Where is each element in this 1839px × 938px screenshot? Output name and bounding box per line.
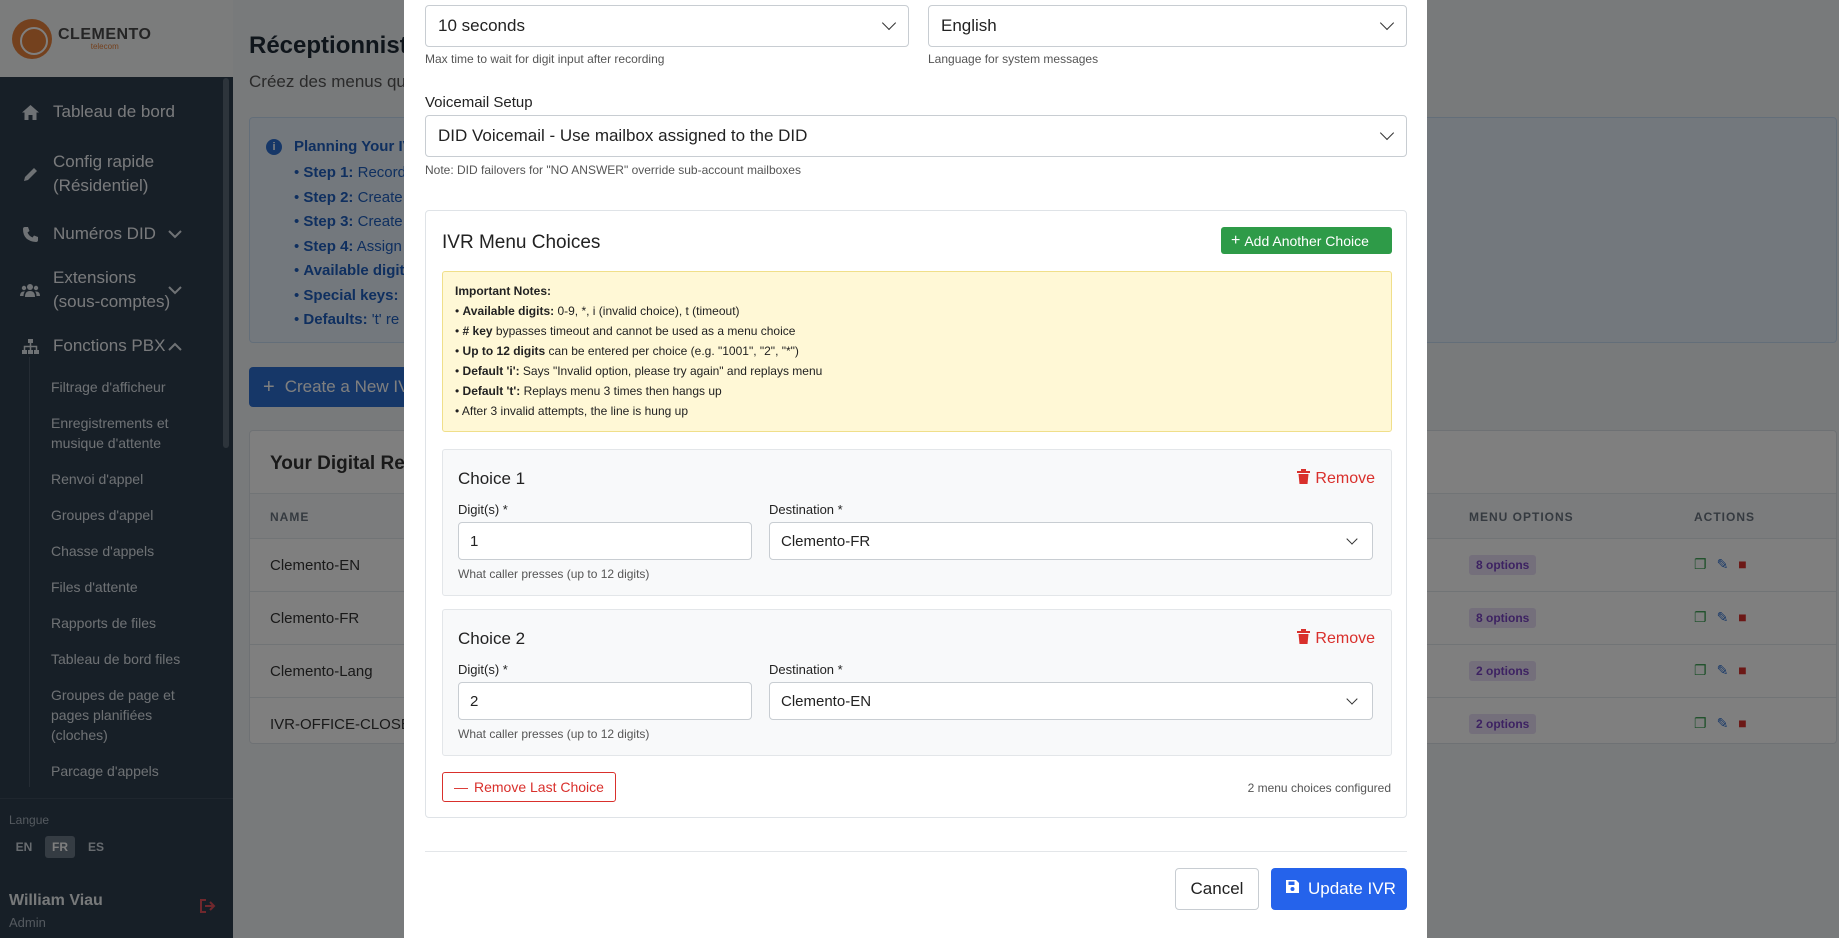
trash-icon xyxy=(1297,469,1311,489)
choice-count: 2 menu choices configured xyxy=(1247,781,1391,795)
voicemail-note: Note: DID failovers for "NO ANSWER" over… xyxy=(425,163,801,177)
voicemail-select[interactable]: DID Voicemail - Use mailbox assigned to … xyxy=(425,115,1407,157)
destination-select[interactable]: Clemento-EN xyxy=(769,682,1373,720)
minus-icon: — xyxy=(454,779,468,795)
note-item: • Up to 12 digits can be entered per cho… xyxy=(455,344,799,358)
voicemail-label: Voicemail Setup xyxy=(425,94,533,111)
plus-icon: + xyxy=(1231,231,1241,249)
timeout-select[interactable]: 10 seconds xyxy=(425,5,909,47)
digits-input[interactable]: 2 xyxy=(458,682,752,720)
note-item: • Default 'i': Says "Invalid option, ple… xyxy=(455,364,823,378)
update-ivr-button[interactable]: Update IVR xyxy=(1271,868,1407,910)
trash-icon xyxy=(1297,629,1311,649)
add-choice-button[interactable]: + Add Another Choice xyxy=(1221,227,1392,254)
important-notes: Important Notes: • Available digits: 0-9… xyxy=(442,271,1392,432)
remove-last-choice-button[interactable]: — Remove Last Choice xyxy=(442,772,616,802)
choice-block: Choice 2 Remove Digit(s) * 2 Destination… xyxy=(442,609,1392,756)
modal-divider xyxy=(425,851,1407,852)
chevron-down-icon xyxy=(881,15,897,31)
edit-ivr-modal: 10 seconds Max time to wait for digit in… xyxy=(404,0,1427,938)
choice-block: Choice 1 Remove Digit(s) * 1 Destination… xyxy=(442,449,1392,596)
choice-title: Choice 2 xyxy=(458,629,526,648)
digits-label: Digit(s) * xyxy=(458,502,508,517)
remove-choice-button[interactable]: Remove xyxy=(1297,629,1375,649)
chevron-down-icon xyxy=(1379,125,1395,141)
digits-input[interactable]: 1 xyxy=(458,522,752,560)
notes-title: Important Notes: xyxy=(455,284,551,298)
digits-help: What caller presses (up to 12 digits) xyxy=(458,567,650,581)
destination-label: Destination * xyxy=(769,502,843,517)
cancel-button[interactable]: Cancel xyxy=(1175,868,1259,910)
choices-title: IVR Menu Choices xyxy=(442,232,601,253)
timeout-help: Max time to wait for digit input after r… xyxy=(425,52,665,66)
note-item: • # key bypasses timeout and cannot be u… xyxy=(455,324,796,338)
note-item: • Available digits: 0-9, *, i (invalid c… xyxy=(455,304,740,318)
note-item: • Default 't': Replays menu 3 times then… xyxy=(455,384,722,398)
destination-label: Destination * xyxy=(769,662,843,677)
chevron-down-icon xyxy=(1346,533,1358,545)
note-item: • After 3 invalid attempts, the line is … xyxy=(455,404,689,418)
digits-label: Digit(s) * xyxy=(458,662,508,677)
chevron-down-icon xyxy=(1379,15,1395,31)
language-select[interactable]: English xyxy=(928,5,1407,47)
language-help: Language for system messages xyxy=(928,52,1099,66)
digits-help: What caller presses (up to 12 digits) xyxy=(458,727,650,741)
destination-select[interactable]: Clemento-FR xyxy=(769,522,1373,560)
remove-choice-button[interactable]: Remove xyxy=(1297,469,1375,489)
ivr-choices-card: IVR Menu Choices + Add Another Choice Im… xyxy=(425,210,1407,818)
choice-title: Choice 1 xyxy=(458,469,526,488)
chevron-down-icon xyxy=(1346,693,1358,705)
save-icon xyxy=(1285,879,1300,899)
